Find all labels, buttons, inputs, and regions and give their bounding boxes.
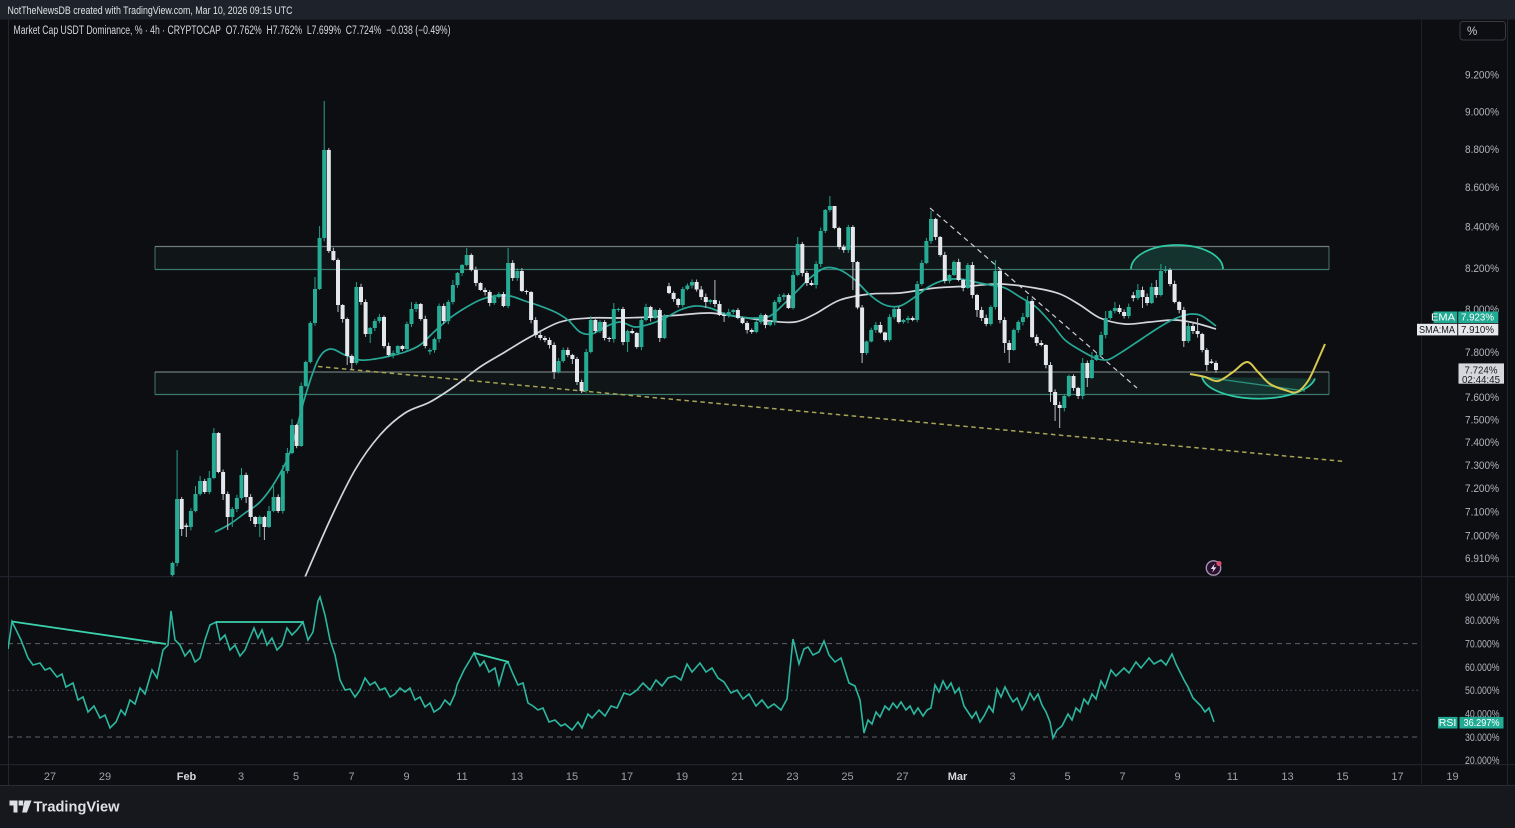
svg-text:17: 17 bbox=[1391, 771, 1403, 783]
svg-text:SMA:MA: SMA:MA bbox=[1419, 324, 1455, 336]
svg-text:80.000%: 80.000% bbox=[1465, 615, 1500, 627]
svg-text:13: 13 bbox=[1281, 771, 1293, 783]
svg-text:9.200%: 9.200% bbox=[1465, 69, 1499, 81]
svg-text:6.910%: 6.910% bbox=[1465, 553, 1499, 565]
svg-text:7.600%: 7.600% bbox=[1465, 392, 1499, 404]
svg-text:3: 3 bbox=[1009, 771, 1015, 783]
svg-text:7.400%: 7.400% bbox=[1465, 437, 1499, 449]
svg-text:25: 25 bbox=[841, 771, 853, 783]
svg-text:5: 5 bbox=[293, 771, 299, 783]
svg-text:11: 11 bbox=[456, 771, 467, 783]
svg-text:RSI: RSI bbox=[1439, 717, 1457, 729]
svg-text:20.000%: 20.000% bbox=[1465, 755, 1500, 767]
svg-text:90.000%: 90.000% bbox=[1465, 592, 1500, 604]
svg-text:8.600%: 8.600% bbox=[1465, 182, 1499, 194]
svg-text:9.000%: 9.000% bbox=[1465, 106, 1499, 118]
svg-text:60.000%: 60.000% bbox=[1465, 662, 1500, 674]
svg-text:8.200%: 8.200% bbox=[1465, 263, 1499, 275]
svg-text:7.910%: 7.910% bbox=[1461, 324, 1494, 336]
svg-text:7.200%: 7.200% bbox=[1465, 483, 1499, 495]
svg-text:19: 19 bbox=[676, 771, 688, 783]
svg-text:8.800%: 8.800% bbox=[1465, 144, 1499, 156]
svg-text:29: 29 bbox=[99, 771, 111, 783]
svg-text:Feb: Feb bbox=[177, 771, 197, 783]
svg-text:11: 11 bbox=[1227, 771, 1238, 783]
svg-text:%: % bbox=[1467, 26, 1477, 38]
svg-text:15: 15 bbox=[1336, 771, 1348, 783]
svg-text:15: 15 bbox=[566, 771, 578, 783]
svg-text:27: 27 bbox=[896, 771, 908, 783]
svg-text:17: 17 bbox=[621, 771, 633, 783]
svg-text:3: 3 bbox=[238, 771, 244, 783]
svg-text:7.100%: 7.100% bbox=[1465, 506, 1499, 518]
svg-text:7.923%: 7.923% bbox=[1461, 312, 1494, 324]
svg-text:70.000%: 70.000% bbox=[1465, 638, 1500, 650]
svg-text:5: 5 bbox=[1064, 771, 1070, 783]
svg-text:7: 7 bbox=[348, 771, 354, 783]
svg-text:7.500%: 7.500% bbox=[1465, 414, 1499, 426]
svg-text:02:44:45: 02:44:45 bbox=[1462, 374, 1500, 386]
svg-text:21: 21 bbox=[731, 771, 743, 783]
svg-text:19: 19 bbox=[1446, 771, 1458, 783]
svg-text:EMA: EMA bbox=[1431, 312, 1455, 324]
svg-text:NotTheNewsDB created with Trad: NotTheNewsDB created with TradingView.co… bbox=[8, 5, 293, 17]
svg-text:36.297%: 36.297% bbox=[1464, 717, 1500, 729]
svg-text:9: 9 bbox=[403, 771, 409, 783]
svg-text:7.300%: 7.300% bbox=[1465, 460, 1499, 472]
svg-text:27: 27 bbox=[44, 771, 56, 783]
svg-text:9: 9 bbox=[1174, 771, 1180, 783]
svg-text:13: 13 bbox=[511, 771, 523, 783]
svg-text:7.000%: 7.000% bbox=[1465, 530, 1499, 542]
svg-text:7.800%: 7.800% bbox=[1465, 347, 1499, 359]
svg-text:Mar: Mar bbox=[948, 771, 968, 783]
svg-text:TradingView: TradingView bbox=[34, 799, 120, 816]
svg-text:30.000%: 30.000% bbox=[1465, 732, 1500, 744]
svg-text:23: 23 bbox=[786, 771, 798, 783]
svg-text:8.400%: 8.400% bbox=[1465, 221, 1499, 233]
svg-text:50.000%: 50.000% bbox=[1465, 685, 1500, 697]
svg-text:Market Cap USDT Dominance, % ·: Market Cap USDT Dominance, % · 4h · CRYP… bbox=[14, 25, 451, 37]
svg-text:7: 7 bbox=[1119, 771, 1125, 783]
